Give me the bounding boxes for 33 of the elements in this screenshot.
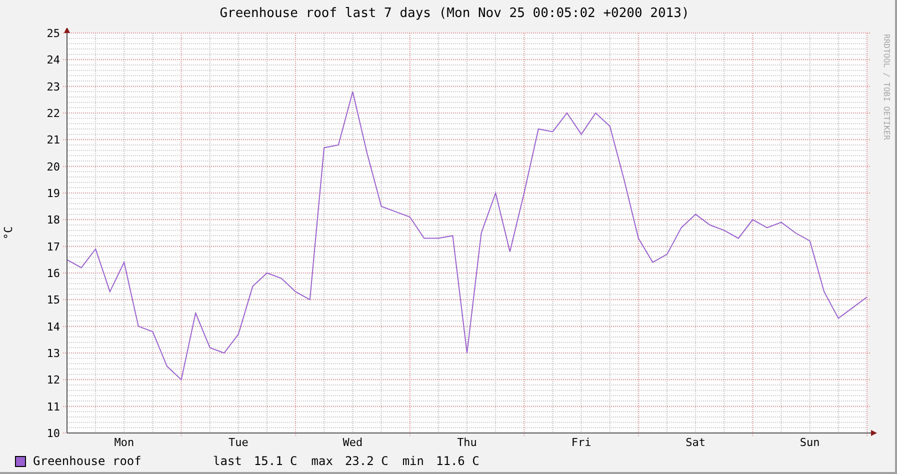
x-tick-label: Mon: [114, 436, 134, 449]
y-tick-label: 25: [46, 28, 60, 40]
legend-label: Greenhouse roof: [33, 454, 142, 468]
y-axis-label: °C: [2, 226, 15, 240]
y-tick-label: 20: [46, 160, 60, 174]
y-tick-label: 16: [46, 267, 60, 280]
y-tick-label: 18: [46, 214, 60, 227]
y-tick-label: 22: [46, 107, 60, 120]
y-tick-label: 21: [46, 134, 60, 147]
y-tick-label: 11: [46, 400, 60, 414]
x-tick-label: Sat: [686, 436, 706, 449]
x-tick-label: Wed: [342, 436, 363, 449]
y-tick-label: 13: [46, 347, 60, 360]
chart-title: Greenhouse roof last 7 days (Mon Nov 25 00:05:02 +0200 2013): [218, 5, 690, 23]
x-tick-label: Tue: [228, 436, 248, 449]
y-tick-label: 10: [46, 427, 60, 440]
y-tick-label: 14: [46, 320, 60, 334]
x-tick-label: Sun: [800, 436, 820, 449]
y-tick-label: 24: [46, 54, 60, 67]
y-tick-label: 17: [46, 240, 60, 254]
y-tick-label: 15: [46, 294, 60, 307]
stat-value: 15.1 C: [254, 454, 298, 468]
credit-text: RRDTOOL / TOBI OETIKER: [882, 34, 891, 140]
y-tick-label: 12: [46, 374, 60, 387]
stat-value: 23.2 C: [344, 454, 388, 468]
stat-label: min: [402, 454, 424, 468]
stat-value: 11.6 C: [436, 454, 480, 468]
x-tick-label: Thu: [457, 436, 477, 449]
stat-label: last: [213, 454, 242, 468]
stat-label: max: [311, 454, 333, 468]
x-tick-label: Fri: [571, 436, 592, 449]
y-tick-label: 23: [46, 80, 60, 94]
y-tick-label: 19: [46, 187, 60, 200]
